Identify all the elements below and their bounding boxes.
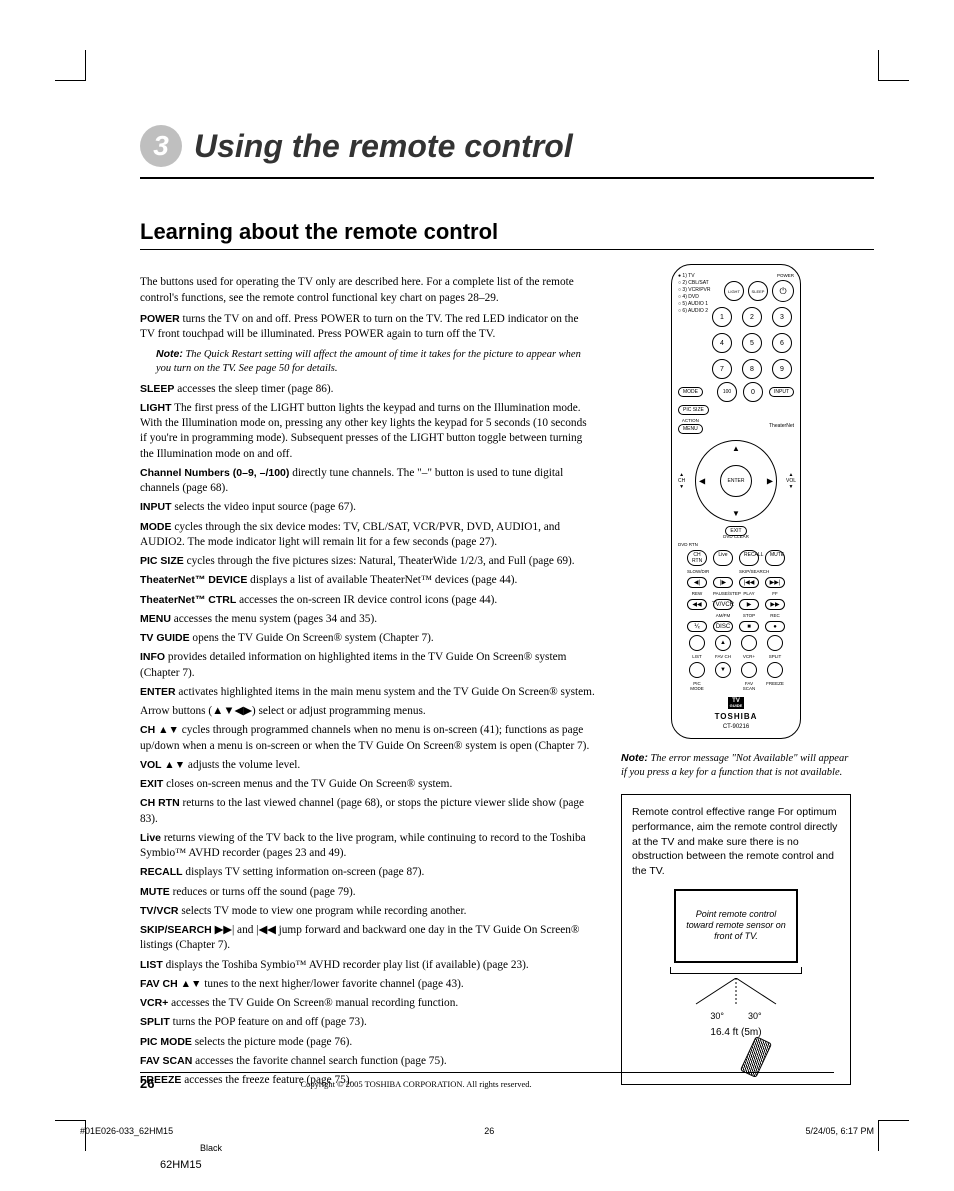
def: TV GUIDE opens the TV Guide On Screen® s… — [140, 631, 595, 646]
def: CH RTN returns to the last viewed channe… — [140, 796, 595, 827]
intro-text: The buttons used for operating the TV on… — [140, 275, 595, 306]
arrow-buttons-line: Arrow buttons (▲▼◀▶) select or adjust pr… — [140, 704, 595, 719]
chapter-number-badge: 3 — [140, 125, 182, 167]
remote-sleep: SLEEP — [748, 281, 768, 301]
page-number: 26 — [140, 1076, 154, 1091]
range-text: Remote control effective range For optim… — [632, 805, 840, 878]
def: VOL ▲▼ adjusts the volume level. — [140, 758, 595, 773]
def: VCR+ accesses the TV Guide On Screen® ma… — [140, 996, 595, 1011]
tv-diagram: Point remote control toward remote senso… — [632, 889, 840, 1077]
def: MENU accesses the menu system (pages 34 … — [140, 612, 595, 627]
side-note: Note: The error message "Not Available" … — [621, 751, 851, 780]
def: INFO provides detailed information on hi… — [140, 650, 595, 681]
def: Live returns viewing of the TV back to t… — [140, 831, 595, 862]
note-quick-restart: Note: The Quick Restart setting will aff… — [156, 347, 595, 376]
remote-light: LIGHT — [724, 281, 744, 301]
section-rule — [140, 249, 874, 250]
range-box: Remote control effective range For optim… — [621, 794, 851, 1085]
chapter-rule — [140, 177, 874, 179]
def: SLEEP accesses the sleep timer (page 86)… — [140, 382, 595, 397]
print-meta: #01E026-033_62HM15 26 5/24/05, 6:17 PM — [80, 1126, 874, 1136]
print-model: 62HM15 — [160, 1159, 202, 1171]
remote-dpad: ENTER ▲▼ ◀▶ ▲CH▼ ▲VOL▼ — [695, 440, 777, 522]
def: LIST displays the Toshiba Symbio™ AVHD r… — [140, 958, 595, 973]
def: TheaterNet™ CTRL accesses the on-screen … — [140, 593, 595, 608]
section-title: Learning about the remote control — [140, 219, 874, 245]
footer: 26 Copyright © 2005 TOSHIBA CORPORATION.… — [140, 1072, 834, 1091]
def: Channel Numbers (0–9, –/100) directly tu… — [140, 466, 595, 497]
remote-power: ⏻ — [772, 280, 794, 302]
def: INPUT selects the video input source (pa… — [140, 500, 595, 515]
def: SKIP/SEARCH ▶▶| and |◀◀ jump forward and… — [140, 923, 595, 954]
angle-lines — [676, 978, 796, 1006]
def: FAV CH ▲▼ tunes to the next higher/lower… — [140, 977, 595, 992]
def: LIGHT The first press of the LIGHT butto… — [140, 401, 595, 462]
def: ENTER activates highlighted items in the… — [140, 685, 595, 700]
def: EXIT closes on-screen menus and the TV G… — [140, 777, 595, 792]
def: MODE cycles through the six device modes… — [140, 520, 595, 551]
chapter-title: Using the remote control — [194, 128, 573, 165]
def: PIC MODE selects the picture mode (page … — [140, 1035, 595, 1050]
def-power: POWER turns the TV on and off. Press POW… — [140, 312, 595, 343]
def: TheaterNet™ DEVICE displays a list of av… — [140, 573, 595, 588]
print-color: Black — [200, 1143, 222, 1153]
copyright: Copyright © 2005 TOSHIBA CORPORATION. Al… — [300, 1079, 531, 1089]
def: FAV SCAN accesses the favorite channel s… — [140, 1054, 595, 1069]
chapter-header: 3 Using the remote control — [140, 125, 874, 171]
def: TV/VCR selects TV mode to view one progr… — [140, 904, 595, 919]
body-column: The buttons used for operating the TV on… — [140, 264, 595, 1092]
def: CH ▲▼ cycles through programmed channels… — [140, 723, 595, 754]
sidebar-column: ● 1) TV○ 2) CBL/SAT○ 3) VCR/PVR○ 4) DVD○… — [621, 264, 851, 1092]
def: MUTE reduces or turns off the sound (pag… — [140, 885, 595, 900]
def: SPLIT turns the POP feature on and off (… — [140, 1015, 595, 1030]
def: PIC SIZE cycles through the five picture… — [140, 554, 595, 569]
remote-illustration: ● 1) TV○ 2) CBL/SAT○ 3) VCR/PVR○ 4) DVD○… — [671, 264, 801, 739]
def: RECALL displays TV setting information o… — [140, 865, 595, 880]
